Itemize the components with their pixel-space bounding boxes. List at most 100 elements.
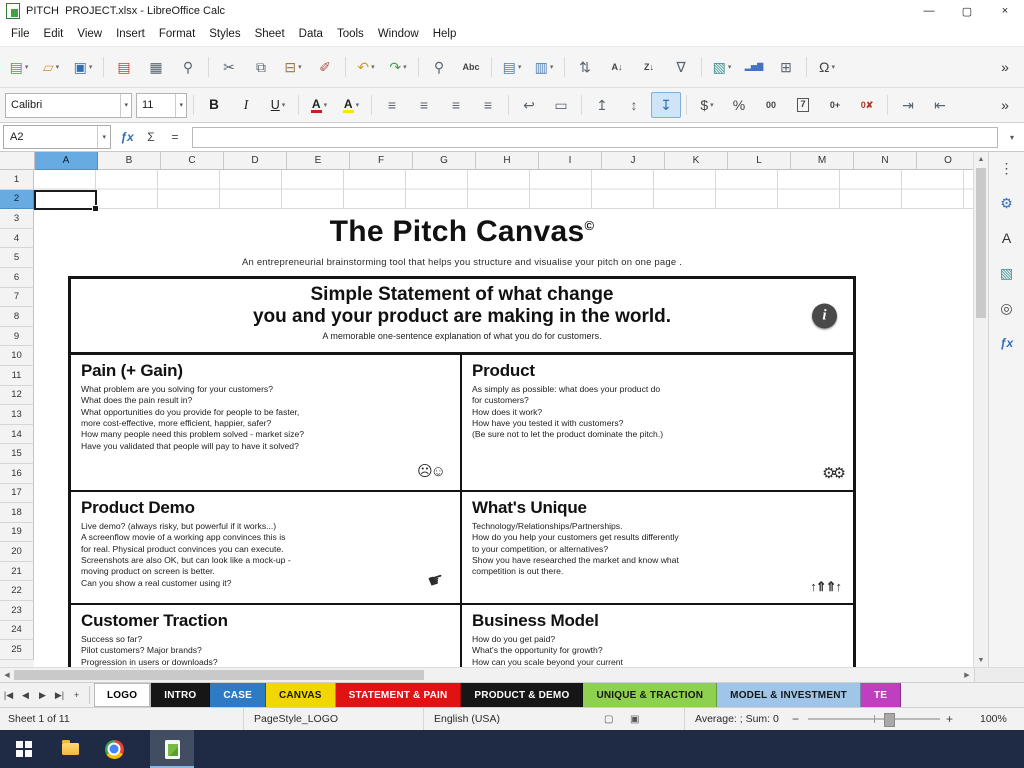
row-header[interactable]: 23 <box>0 601 34 621</box>
row-header[interactable]: 6 <box>0 267 34 288</box>
sort-descending-button[interactable]: Z↓ <box>634 54 664 80</box>
function-wizard-button[interactable]: ƒx <box>115 125 139 149</box>
delete-decimal-button[interactable]: 0✘ <box>852 92 882 118</box>
vertical-scroll-track[interactable] <box>974 166 988 653</box>
vertical-scrollbar[interactable]: ▲ ▼ <box>973 152 988 667</box>
format-number-button[interactable]: 00 <box>756 92 786 118</box>
undo-button[interactable]: ↶ <box>351 54 381 80</box>
autofilter-button[interactable]: ∇ <box>666 54 696 80</box>
menu-format[interactable]: Format <box>152 26 202 42</box>
row-header[interactable]: 17 <box>0 483 34 504</box>
column-header[interactable]: F <box>350 152 413 170</box>
sheet-tab-canvas[interactable]: CANVAS <box>265 683 336 707</box>
row-header[interactable]: 9 <box>0 326 34 347</box>
column-header[interactable]: G <box>413 152 476 170</box>
menu-styles[interactable]: Styles <box>202 26 247 42</box>
cut-button[interactable]: ✂ <box>214 54 244 80</box>
chevron-down-icon[interactable]: ▾ <box>97 126 110 148</box>
insert-chart-button[interactable]: ▂▅▇ <box>739 54 769 80</box>
column-header[interactable]: A <box>35 152 98 170</box>
minimize-button[interactable]: — <box>910 0 948 22</box>
functions-deck-icon[interactable]: ƒx <box>994 330 1020 356</box>
column-header[interactable]: J <box>602 152 665 170</box>
menu-view[interactable]: View <box>70 26 109 42</box>
align-center-button[interactable]: ≡ <box>409 92 439 118</box>
last-sheet-button[interactable]: ▶| <box>51 683 68 707</box>
next-sheet-button[interactable]: ▶ <box>34 683 51 707</box>
maximize-button[interactable]: ▢ <box>948 0 986 22</box>
first-sheet-button[interactable]: |◀ <box>0 683 17 707</box>
column-header[interactable]: N <box>854 152 917 170</box>
column-header[interactable]: H <box>476 152 539 170</box>
menu-sheet[interactable]: Sheet <box>248 26 292 42</box>
row-header[interactable]: 7 <box>0 287 34 308</box>
insert-image-button[interactable]: ▧ <box>707 54 737 80</box>
row-header[interactable]: 15 <box>0 444 34 464</box>
align-top-button[interactable]: ↥ <box>587 92 617 118</box>
underline-button[interactable]: U <box>263 92 293 118</box>
row-header[interactable]: 11 <box>0 365 34 386</box>
row-header[interactable]: 3 <box>0 209 34 229</box>
sheet-tab-model-investment[interactable]: MODEL & INVESTMENT <box>717 683 861 707</box>
column-header[interactable]: I <box>539 152 602 170</box>
menu-tools[interactable]: Tools <box>330 26 371 42</box>
italic-button[interactable]: I <box>231 92 261 118</box>
column-header[interactable]: M <box>791 152 854 170</box>
add-sheet-button[interactable]: + <box>68 683 85 707</box>
chevron-down-icon[interactable]: ▾ <box>175 93 186 117</box>
zoom-in-button[interactable]: + <box>946 708 953 730</box>
center-vertically-button[interactable]: ↕ <box>619 92 649 118</box>
selection-stats[interactable]: Average: ; Sum: 0 <box>684 708 779 730</box>
row-header[interactable]: 14 <box>0 424 34 445</box>
toolbar-overflow-button[interactable]: » <box>990 92 1020 118</box>
find-replace-button[interactable]: ⚲ <box>424 54 454 80</box>
equals-button[interactable]: = <box>163 125 187 149</box>
row-header[interactable]: 21 <box>0 561 34 582</box>
formula-input[interactable] <box>192 126 998 148</box>
print-button[interactable]: ▦ <box>141 54 171 80</box>
selection-handle[interactable] <box>92 204 99 212</box>
zoom-level[interactable]: 100% <box>980 708 1007 730</box>
chrome-button[interactable] <box>92 730 136 768</box>
row-header[interactable]: 1 <box>0 170 34 190</box>
insert-column-button[interactable]: ▥ <box>529 54 559 80</box>
horizontal-scroll-track[interactable] <box>424 668 960 682</box>
expand-formula-bar-button[interactable]: ▾ <box>1003 133 1021 142</box>
row-header[interactable]: 25 <box>0 640 34 660</box>
calc-taskbar-button[interactable] <box>150 730 194 768</box>
previous-sheet-button[interactable]: ◀ <box>17 683 34 707</box>
language-status[interactable]: English (USA) <box>423 708 500 730</box>
copy-button[interactable]: ⧉ <box>246 54 276 80</box>
sort-button[interactable]: ⇅ <box>570 54 600 80</box>
column-header[interactable]: L <box>728 152 791 170</box>
sheet-tab-unique-traction[interactable]: UNIQUE & TRACTION <box>583 683 718 707</box>
sort-ascending-button[interactable]: A↓ <box>602 54 632 80</box>
column-header[interactable]: C <box>161 152 224 170</box>
row-header[interactable]: 10 <box>0 346 34 366</box>
cell-reference-box[interactable]: A2 ▾ <box>3 125 111 149</box>
selected-cell-a2[interactable] <box>34 189 99 212</box>
special-character-button[interactable]: Ω <box>812 54 842 80</box>
wrap-text-button[interactable]: ↩ <box>514 92 544 118</box>
row-header[interactable]: 13 <box>0 405 34 425</box>
row-header[interactable]: 12 <box>0 385 34 406</box>
selection-mode-icon[interactable]: ▢ <box>604 708 613 730</box>
paste-button[interactable]: ⊟ <box>278 54 308 80</box>
toolbar-overflow-button[interactable]: » <box>990 54 1020 80</box>
sheet-tab-logo[interactable]: LOGO <box>94 683 152 707</box>
merge-cells-button[interactable]: ▭ <box>546 92 576 118</box>
insert-pivot-button[interactable]: ⊞ <box>771 54 801 80</box>
sheet-tab-intro[interactable]: INTRO <box>151 683 211 707</box>
menu-help[interactable]: Help <box>426 26 464 42</box>
row-header[interactable]: 19 <box>0 522 34 543</box>
row-header[interactable]: 22 <box>0 581 34 602</box>
font-color-button[interactable]: A <box>304 92 334 118</box>
align-justify-button[interactable]: ≡ <box>473 92 503 118</box>
sidebar-settings-icon[interactable]: ⋮ <box>994 155 1020 181</box>
format-percent-button[interactable]: % <box>724 92 754 118</box>
row-header[interactable]: 16 <box>0 463 34 484</box>
redo-button[interactable]: ↷ <box>383 54 413 80</box>
spelling-button[interactable]: Abc <box>456 54 486 80</box>
menu-window[interactable]: Window <box>371 26 426 42</box>
column-header[interactable]: D <box>224 152 287 170</box>
